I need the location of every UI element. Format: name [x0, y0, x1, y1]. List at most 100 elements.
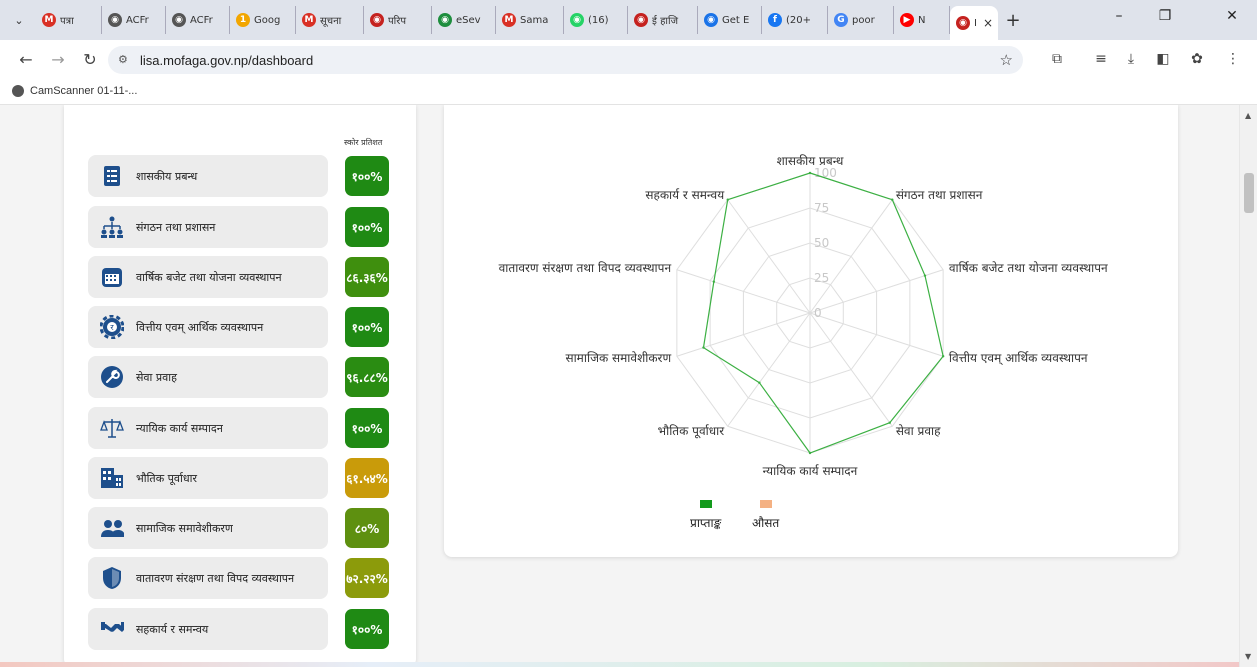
close-window-icon[interactable]: ✕: [1217, 8, 1247, 24]
restore-icon[interactable]: ❐: [1150, 8, 1180, 24]
forward-icon[interactable]: →: [48, 50, 68, 69]
radar-spoke: [727, 312, 811, 427]
tab-favicon-icon: ◉: [370, 13, 384, 27]
radar-axis-label: न्यायिक कार्य सम्पादन: [763, 464, 858, 478]
browser-tab[interactable]: ◉ परिप: [364, 6, 432, 34]
radar-axis-label: वातावरण संरक्षण तथा विपद व्यवस्थापन: [499, 261, 672, 275]
tab-label: Get E: [722, 14, 750, 26]
tab-favicon-icon: ◉: [108, 13, 122, 27]
tab-favicon-icon: M: [42, 13, 56, 27]
reading-list-icon[interactable]: ≡: [1090, 51, 1112, 67]
browser-tab[interactable]: ◉ ACFr: [166, 6, 230, 34]
tab-label: ई हाजि: [652, 16, 678, 27]
browser-tab[interactable]: Gpoor: [828, 6, 894, 34]
tab-favicon-icon: 1: [236, 13, 250, 27]
tab-favicon-icon: f: [768, 13, 782, 27]
scroll-down-icon[interactable]: ▼: [1245, 652, 1251, 661]
tab-close-icon[interactable]: ×: [983, 16, 993, 30]
url-text[interactable]: lisa.mofaga.gov.np/dashboard: [140, 53, 313, 68]
tab-favicon-icon: G: [834, 13, 848, 27]
category-button[interactable]: सहकार्य र समन्वय: [88, 608, 328, 650]
score-badge: ८६.३६%: [345, 257, 389, 297]
browser-tab[interactable]: ▶ N: [894, 6, 950, 34]
scroll-up-icon[interactable]: ▲: [1245, 111, 1251, 120]
bookmark-camscanner[interactable]: CamScanner 01-11-...: [12, 85, 137, 97]
tab-label: परिप: [388, 16, 407, 27]
score-badge: १००%: [345, 207, 389, 247]
tab-label: पत्रा: [60, 16, 74, 27]
bottom-decorative-strip: [0, 662, 1239, 667]
category-button[interactable]: र वित्तीय एवम् आर्थिक व्यवस्थापन: [88, 306, 328, 348]
radar-point: [888, 421, 891, 424]
radar-point: [712, 280, 716, 283]
page-scrollbar[interactable]: ▲ ▼: [1239, 105, 1257, 667]
category-label: सामाजिक समावेशीकरण: [136, 521, 233, 535]
tab-favicon-icon: ◉: [634, 13, 648, 27]
category-button[interactable]: भौतिक पूर्वाधार: [88, 457, 328, 499]
tab-label: (16): [588, 14, 609, 26]
tab-favicon-icon: ◉: [704, 13, 718, 27]
tab-label: ACFr: [126, 14, 149, 26]
category-button[interactable]: शासकीय प्रबन्ध: [88, 155, 328, 197]
browser-tab[interactable]: ◉ (16): [564, 6, 628, 34]
download-icon[interactable]: ⤓: [1120, 51, 1142, 67]
extensions-icon[interactable]: ⧉: [1046, 51, 1068, 67]
legend-swatch-average: [759, 500, 772, 508]
tab-label: (20+: [786, 14, 812, 26]
browser-tab-strip: ⌄ M पत्रा ◉ ACFr ◉ ACFr 1 Goog M सूचना ◉ परिप ◉ eSev M…: [0, 0, 1257, 40]
browser-tab[interactable]: f (20+: [762, 6, 828, 34]
legend-item-average[interactable]: औसत: [752, 500, 779, 531]
score-badge: १००%: [345, 408, 389, 448]
tab-label: poor: [852, 14, 875, 26]
category-button[interactable]: सामाजिक समावेशीकरण: [88, 507, 328, 549]
category-button[interactable]: संगठन तथा प्रशासन: [88, 206, 328, 248]
tab-favicon-icon: M: [302, 13, 316, 27]
browser-tab[interactable]: M पत्रा: [36, 6, 102, 34]
address-bar[interactable]: ⚙ lisa.mofaga.gov.np/dashboard ☆: [108, 46, 1023, 74]
browser-tab[interactable]: ◉ ई हाजि: [628, 6, 698, 34]
new-tab-icon[interactable]: +: [998, 6, 1028, 34]
radar-axis-label: वार्षिक बजेट तथा योजना व्यवस्थापन: [949, 261, 1108, 275]
tab-favicon-icon: M: [502, 13, 516, 27]
browser-tab[interactable]: ◉ eSev: [432, 6, 496, 34]
tab-favicon-icon: ◉: [570, 13, 584, 27]
category-label: सेवा प्रवाह: [136, 370, 177, 384]
radar-tick-label: 0: [814, 306, 822, 320]
category-button[interactable]: वातावरण संरक्षण तथा विपद व्यवस्थापन: [88, 557, 328, 599]
building-icon: [100, 466, 124, 490]
bookmark-star-icon[interactable]: ☆: [1000, 51, 1013, 69]
browser-toolbar: ← → ↻ ⚙ lisa.mofaga.gov.np/dashboard ☆ ⧉…: [0, 40, 1257, 80]
browser-tab[interactable]: M Sama: [496, 6, 564, 34]
minimize-icon[interactable]: –: [1104, 8, 1134, 24]
tab-label: सूचना: [320, 16, 342, 27]
menu-kebab-icon[interactable]: ⋮: [1222, 51, 1244, 67]
browser-tab-active[interactable]: ◉ I ×: [950, 6, 998, 40]
legend-item-score[interactable]: प्राप्ताङ्क: [690, 500, 721, 531]
category-button[interactable]: न्यायिक कार्य सम्पादन: [88, 407, 328, 449]
globe-icon: [12, 85, 24, 97]
browser-tab[interactable]: M सूचना: [296, 6, 364, 34]
finance-gear-icon: र: [100, 315, 124, 339]
browser-tab[interactable]: ◉ ACFr: [102, 6, 166, 34]
category-label: वित्तीय एवम् आर्थिक व्यवस्थापन: [136, 320, 264, 334]
tab-label: N: [918, 14, 926, 26]
browser-tab[interactable]: ◉ Get E: [698, 6, 762, 34]
site-info-icon[interactable]: ⚙: [118, 53, 128, 66]
tab-search-chevron-icon[interactable]: ⌄: [8, 9, 30, 31]
browser-tab[interactable]: 1 Goog: [230, 6, 296, 34]
bookmark-label: CamScanner 01-11-...: [30, 85, 138, 97]
handshake-icon: [100, 617, 124, 641]
profile-icon[interactable]: ✿: [1186, 51, 1208, 67]
category-label: शासकीय प्रबन्ध: [136, 169, 198, 183]
scrollbar-thumb[interactable]: [1244, 173, 1254, 213]
tab-label: ACFr: [190, 14, 213, 26]
category-button[interactable]: वार्षिक बजेट तथा योजना व्यवस्थापन: [88, 256, 328, 298]
page-viewport: स्कोर प्रतिशत शासकीय प्रबन्ध १००% संगठन तथ…: [0, 105, 1239, 667]
reload-icon[interactable]: ↻: [80, 50, 100, 69]
category-button[interactable]: सेवा प्रवाह: [88, 356, 328, 398]
back-icon[interactable]: ←: [16, 50, 36, 69]
side-panel-icon[interactable]: ◧: [1152, 51, 1174, 67]
radar-tick-label: 50: [814, 236, 829, 250]
radar-axis-label: सामाजिक समावेशीकरण: [565, 351, 671, 365]
shield-icon: [100, 566, 124, 590]
